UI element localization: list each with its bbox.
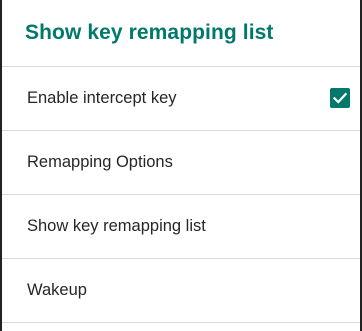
dialog-title: Show key remapping list — [2, 0, 360, 67]
list-item-wakeup[interactable]: Wakeup — [2, 259, 360, 323]
bottom-divider — [2, 323, 360, 326]
list-item-remapping-options[interactable]: Remapping Options — [2, 131, 360, 195]
list-item-label: Remapping Options — [27, 153, 173, 171]
enable-intercept-key-checkbox[interactable] — [330, 88, 350, 108]
list-item-label: Show key remapping list — [27, 217, 206, 235]
settings-list: Enable intercept key Remapping Options S… — [2, 67, 360, 323]
settings-dialog: Show key remapping list Enable intercept… — [0, 0, 362, 331]
checkmark-icon — [332, 92, 348, 104]
list-item-enable-intercept-key[interactable]: Enable intercept key — [2, 67, 360, 131]
list-item-show-key-remapping-list[interactable]: Show key remapping list — [2, 195, 360, 259]
list-item-label: Wakeup — [27, 281, 87, 299]
list-item-label: Enable intercept key — [27, 89, 177, 107]
